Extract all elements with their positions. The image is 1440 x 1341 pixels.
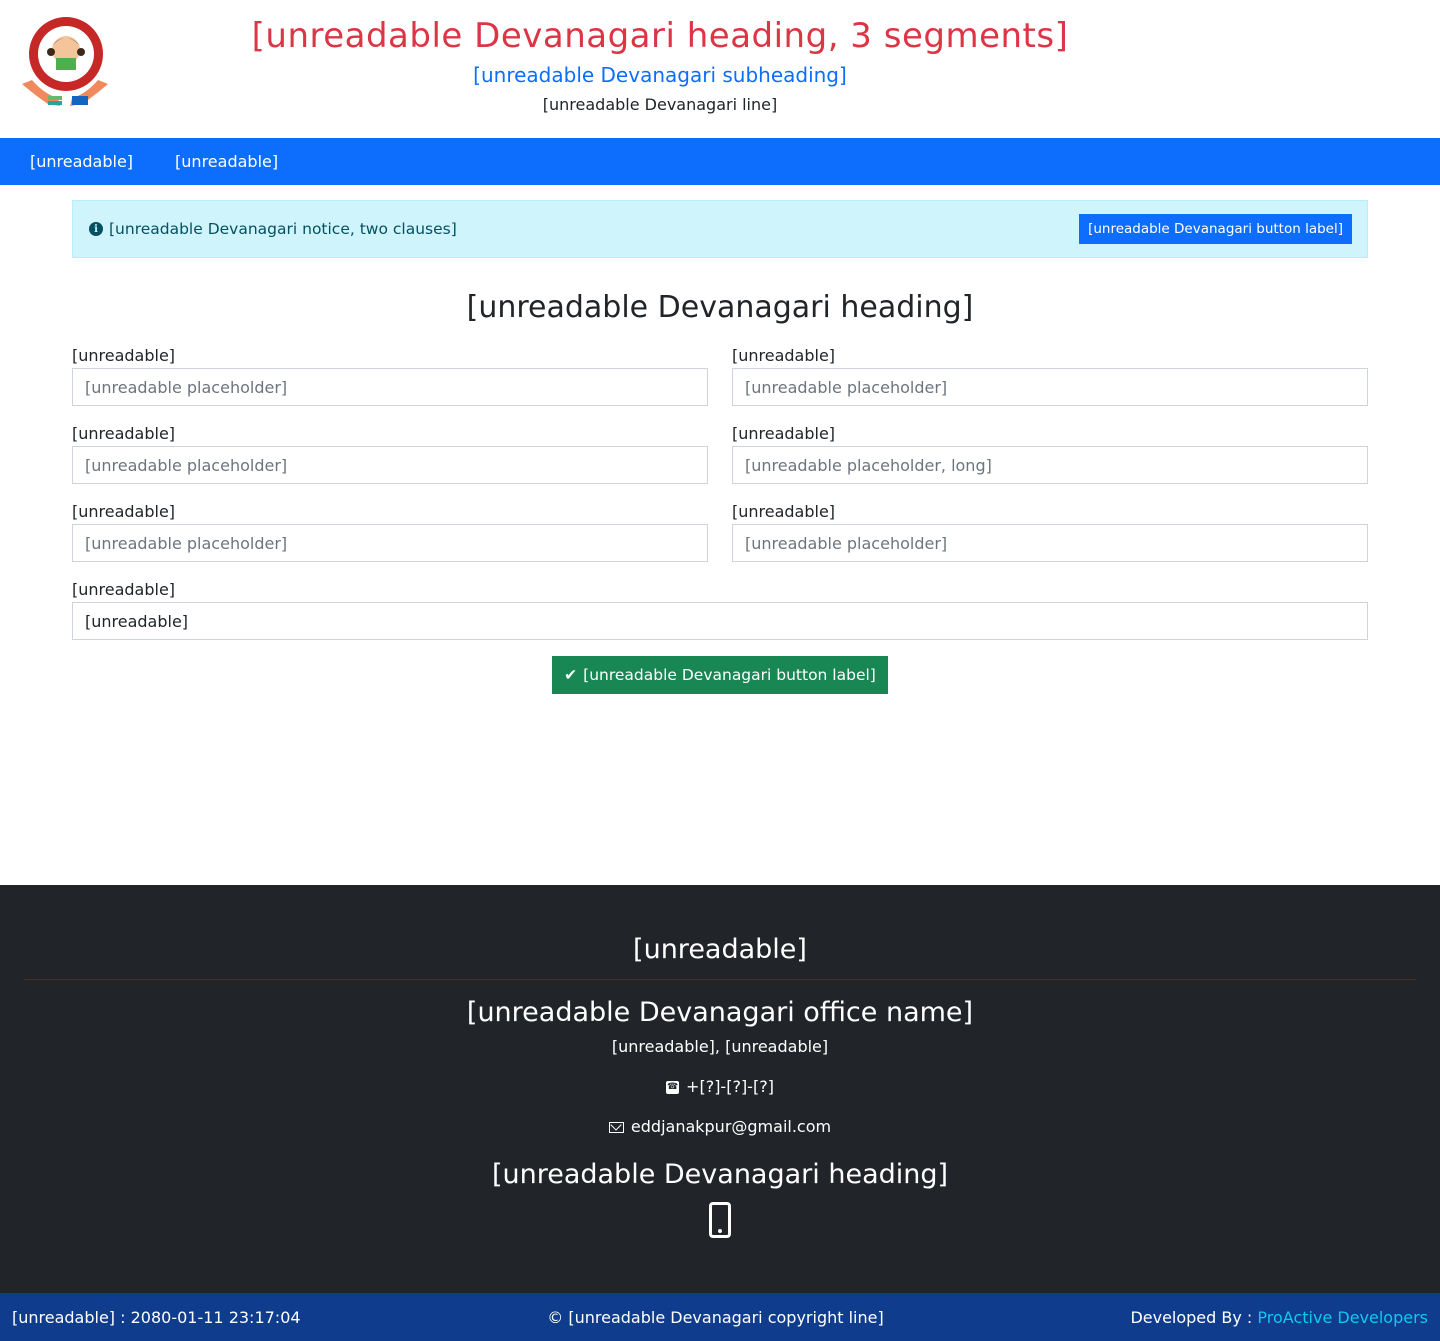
copyright: © [unreadable Devanagari copyright line] bbox=[547, 1307, 884, 1327]
site-subsubtitle: [unreadable Devanagari line] bbox=[542, 95, 778, 114]
site-header: [unreadable Devanagari heading, 3 segmen… bbox=[0, 0, 1440, 138]
email-contact: eddjanakpur@gmail.com bbox=[0, 1116, 1440, 1138]
developer-credit: Developed By : ProActive Developers bbox=[1130, 1308, 1428, 1327]
phone-icon: ☎ bbox=[666, 1080, 680, 1094]
field-6-label: [unreadable] bbox=[732, 502, 836, 521]
last-updated-value: 2080-01-11 23:17:04 bbox=[130, 1307, 301, 1327]
field-3-input[interactable] bbox=[72, 446, 708, 484]
footer: [unreadable] [unreadable Devanagari offi… bbox=[0, 885, 1440, 1293]
field-6-input[interactable] bbox=[732, 524, 1368, 562]
alert-text: [unreadable Devanagari notice, two claus… bbox=[109, 220, 457, 238]
footer-title: [unreadable] bbox=[633, 934, 807, 965]
phone-number[interactable]: +[?]-[?]-[?] bbox=[686, 1076, 774, 1098]
mobile-icon[interactable] bbox=[709, 1202, 731, 1238]
nav-item-2[interactable]: [unreadable] bbox=[175, 152, 278, 171]
submit-button[interactable]: ✔ [unreadable Devanagari button label] bbox=[552, 656, 888, 694]
registration-form: [unreadable] [unreadable] [unreadable] [… bbox=[72, 346, 1368, 658]
field-4-label: [unreadable] bbox=[732, 424, 836, 443]
field-5-input[interactable] bbox=[72, 524, 708, 562]
developer-link[interactable]: ProActive Developers bbox=[1257, 1308, 1428, 1327]
app-title: [unreadable Devanagari heading] bbox=[491, 1159, 949, 1190]
check-icon: ✔ bbox=[564, 666, 578, 684]
field-2-label: [unreadable] bbox=[732, 346, 836, 365]
field-4-input[interactable] bbox=[732, 446, 1368, 484]
select-value: [unreadable] bbox=[85, 611, 189, 631]
bottom-bar: [unreadable] : 2080-01-11 23:17:04 © [un… bbox=[0, 1293, 1440, 1341]
email-address[interactable]: eddjanakpur@gmail.com bbox=[631, 1116, 831, 1138]
field-1-label: [unreadable] bbox=[72, 346, 176, 365]
field-2-input[interactable] bbox=[732, 368, 1368, 406]
mail-icon bbox=[608, 1121, 624, 1133]
select-label: [unreadable] bbox=[72, 580, 176, 599]
site-title: [unreadable Devanagari heading, 3 segmen… bbox=[251, 16, 1069, 56]
logo bbox=[22, 17, 108, 106]
info-icon: i bbox=[89, 222, 103, 236]
field-5-label: [unreadable] bbox=[72, 502, 176, 521]
footer-divider bbox=[24, 979, 1416, 980]
office-address: [unreadable], [unreadable] bbox=[611, 1037, 829, 1056]
select-input[interactable]: [unreadable] bbox=[72, 602, 1368, 640]
info-alert: i [unreadable Devanagari notice, two cla… bbox=[72, 200, 1368, 258]
office-name: [unreadable Devanagari office name] bbox=[466, 997, 974, 1028]
field-3-label: [unreadable] bbox=[72, 424, 176, 443]
developer-label: Developed By : bbox=[1130, 1307, 1253, 1327]
field-1-input[interactable] bbox=[72, 368, 708, 406]
submit-label: [unreadable Devanagari button label] bbox=[583, 666, 876, 684]
site-subtitle: [unreadable Devanagari subheading] bbox=[473, 63, 847, 87]
phone-contact: ☎ +[?]-[?]-[?] bbox=[0, 1076, 1440, 1098]
alert-button[interactable]: [unreadable Devanagari button label] bbox=[1079, 214, 1352, 244]
navbar: [unreadable] [unreadable] bbox=[0, 138, 1440, 185]
nav-item-1[interactable]: [unreadable] bbox=[30, 152, 133, 171]
last-updated: [unreadable] : 2080-01-11 23:17:04 bbox=[12, 1308, 301, 1327]
last-updated-label: [unreadable] : bbox=[12, 1307, 126, 1327]
form-heading: [unreadable Devanagari heading] bbox=[466, 290, 974, 325]
main-container: i [unreadable Devanagari notice, two cla… bbox=[72, 200, 1368, 694]
